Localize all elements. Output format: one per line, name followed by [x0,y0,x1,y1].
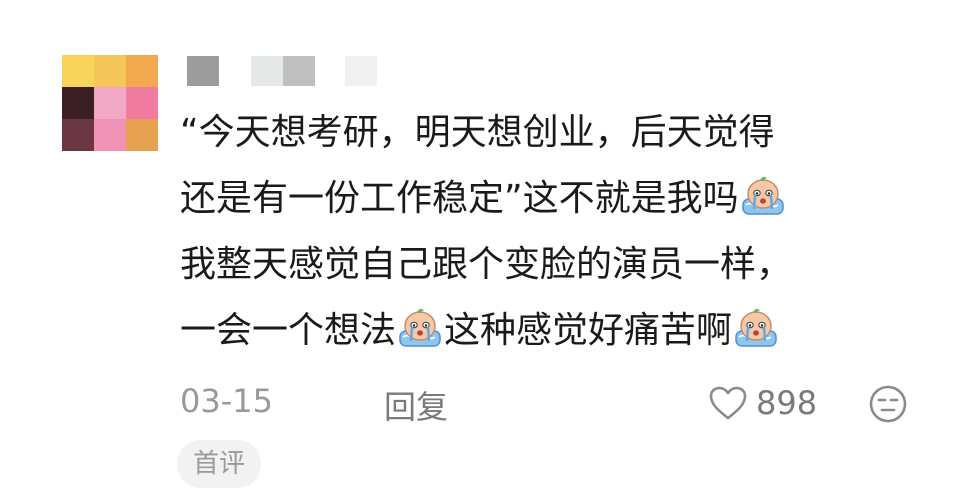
comment-text-segment: 这种感觉好痛苦啊 [444,310,733,351]
username-pixel [187,56,219,86]
crying-emoji-icon [735,308,777,347]
heart-icon [709,386,747,420]
comment-text-segment: 一会一个想法 [180,310,397,351]
avatar-pixel [126,119,158,151]
avatar-pixel [62,87,94,119]
crying-emoji-icon [399,308,441,347]
comment-meta-bar: 03-15 回复 898 [180,378,920,428]
crying-emoji-icon [741,176,784,215]
comment-line: “今天想考研，明天想创业，后天觉得 [180,100,920,166]
avatar-pixel [62,55,94,87]
comment-text-segment: 我整天感觉自己跟个变脸的演员一样， [180,244,793,285]
avatar-pixel [94,55,126,87]
avatar-pixel [94,119,126,151]
like-count: 898 [756,384,818,422]
comment-line: 我整天感觉自己跟个变脸的演员一样， [180,232,920,298]
username-pixelated[interactable] [187,56,387,86]
like-button[interactable]: 898 [708,378,817,428]
username-pixel [283,56,315,86]
avatar-pixel [94,87,126,119]
comment-text: “今天想考研，明天想创业，后天觉得 还是有一份工作稳定”这不就是我吗我整天感觉自己… [180,100,920,364]
comment-text-segment: “今天想考研，明天想创业，后天觉得 [180,112,775,153]
username-pixel [251,56,283,86]
first-comment-badge: 首评 [177,440,262,488]
avatar[interactable] [62,55,158,151]
avatar-pixel [62,119,94,151]
avatar-pixel [126,87,158,119]
comment-date: 03-15 [180,382,273,420]
comment-line: 还是有一份工作稳定”这不就是我吗 [180,166,920,232]
comment-line: 一会一个想法 这种感觉好痛苦啊 [180,298,920,364]
avatar-pixel [126,55,158,87]
comment-text-segment: 还是有一份工作稳定”这不就是我吗 [180,178,739,219]
reply-button[interactable]: 回复 [384,382,448,428]
username-pixel [345,56,377,86]
unamused-face-icon[interactable] [868,384,908,424]
